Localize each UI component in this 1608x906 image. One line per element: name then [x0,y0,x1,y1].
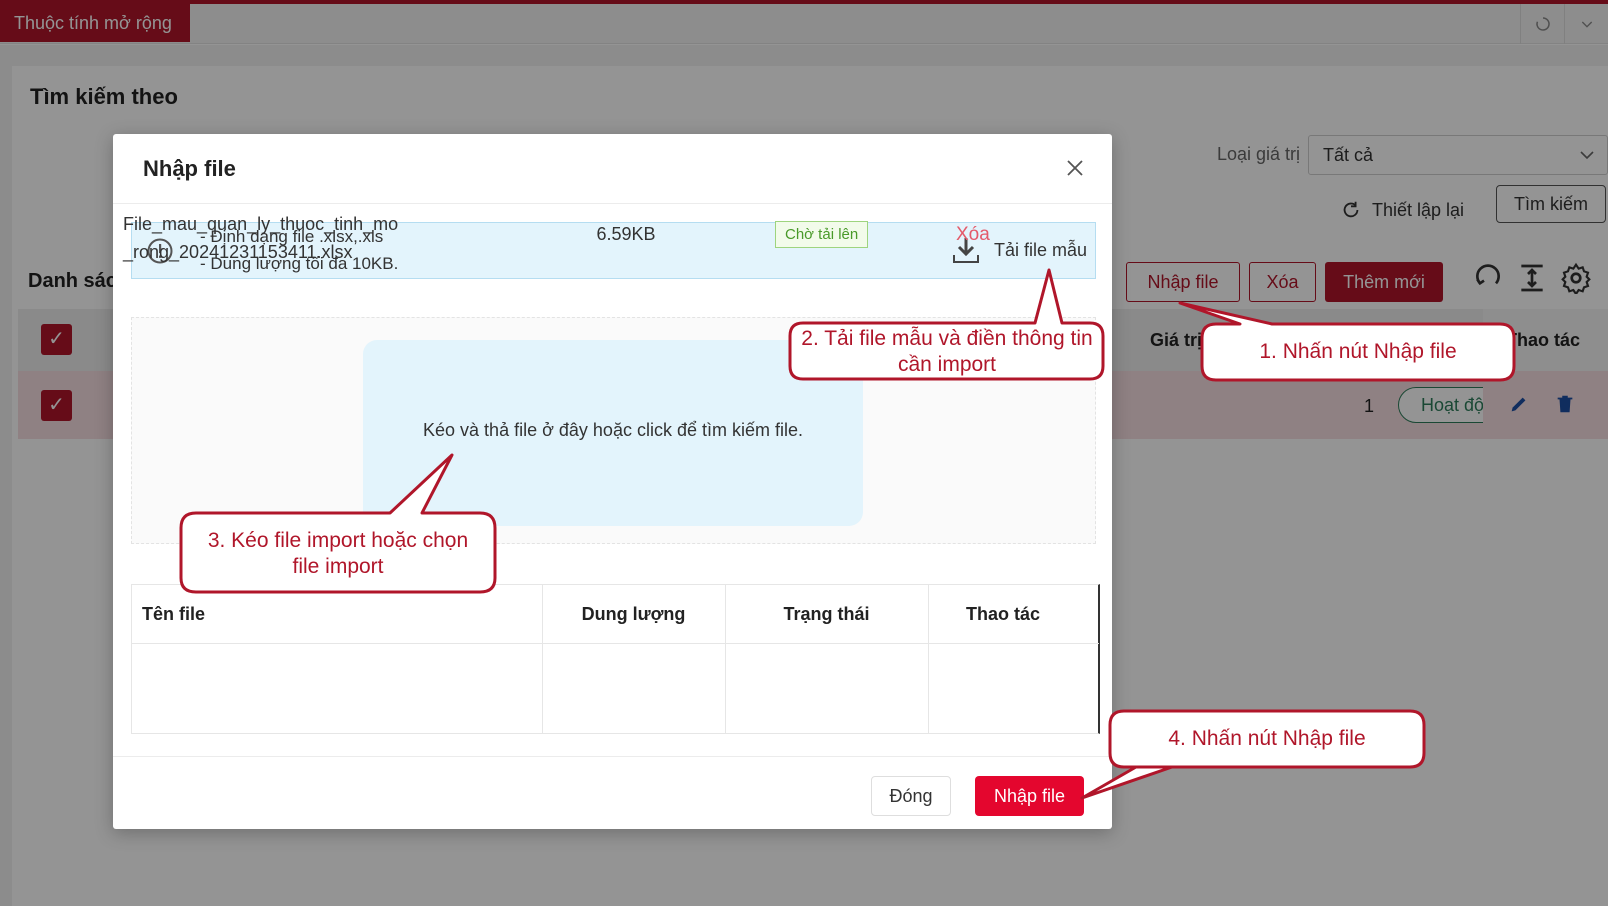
column-header-status: Trạng thái [783,604,870,624]
divider [113,756,1112,757]
column-header-actions: Thao tác [965,604,1040,624]
modal-title: Nhập file [143,156,236,181]
callout-step-1: 1. Nhấn nút Nhập file [1259,340,1457,363]
import-file-modal: Nhập file - Định dạng file .xlsx,.xls - … [113,134,1112,829]
callout-step-2: 2. Tải file mẫu và điền thông tin cần im… [801,327,1093,376]
file-table: Tên file Dung lượng Trạng thái Thao tác [131,584,1100,734]
callout-step-3: 3. Kéo file import hoặc chọn file import [207,529,469,578]
download-template-link[interactable]: Tải file mẫu [994,240,1087,261]
file-name: File_mau_quan_ly_thuoc_tinh_mo_rong_2024… [123,214,399,262]
file-size: 6.59KB [596,224,656,244]
column-header-file-name: Tên file [142,604,206,624]
divider [113,203,1112,204]
upload-status-badge: Chờ tải lên [775,221,869,248]
import-button[interactable]: Nhập file [975,776,1084,816]
close-button[interactable]: Đóng [871,776,951,816]
column-header-size: Dung lượng [581,604,686,624]
close-icon[interactable] [1063,156,1087,180]
row-divider [132,643,1099,644]
callout-step-4: 4. Nhấn nút Nhập file [1168,727,1366,750]
delete-file-link[interactable]: Xóa [956,224,990,246]
dropzone-text: Kéo và thả file ở đây hoặc click để tìm … [423,420,803,440]
